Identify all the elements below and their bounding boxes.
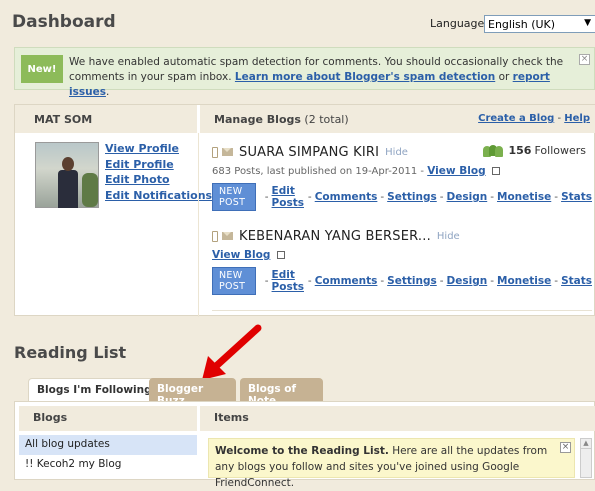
design-link[interactable]: Design — [447, 275, 488, 287]
link-separator: - — [557, 113, 562, 124]
column-divider — [198, 133, 199, 317]
reading-list-panel: Blogs Items All blog updates !! Kecoh2 m… — [14, 401, 595, 489]
comments-link[interactable]: Comments — [315, 275, 378, 287]
language-value: English (UK) — [488, 18, 556, 31]
help-link[interactable]: Help — [564, 113, 590, 124]
manage-blogs-title: Manage Blogs — [214, 113, 301, 126]
view-blog-link[interactable]: View Blog — [212, 249, 270, 261]
blog-name[interactable]: SUARA SIMPANG KIRI — [239, 145, 379, 160]
welcome-message: Welcome to the Reading List. Here are al… — [208, 438, 575, 489]
page-title: Dashboard — [12, 12, 116, 32]
new-post-button[interactable]: NEW POST — [212, 183, 256, 211]
scroll-up-icon[interactable]: ▲ — [581, 439, 591, 449]
tab-blogs-following[interactable]: Blogs I'm Following — [28, 378, 161, 403]
list-item[interactable]: !! Kecoh2 my Blog — [19, 455, 197, 475]
edit-profile-link[interactable]: Edit Profile — [105, 157, 212, 173]
profile-links: View Profile Edit Profile Edit Photo Edi… — [105, 141, 212, 203]
red-annotation-arrow-icon — [202, 324, 262, 380]
dropdown-arrow-icon: ▼ — [584, 18, 591, 28]
manage-blogs-count: (2 total) — [304, 113, 349, 126]
view-profile-link[interactable]: View Profile — [105, 141, 212, 157]
blog-divider — [212, 310, 592, 311]
blog-list: All blog updates !! Kecoh2 my Blog — [19, 435, 197, 475]
language-select[interactable]: English (UK) ▼ — [484, 15, 595, 33]
mobile-icon — [212, 146, 218, 158]
learn-more-link[interactable]: Learn more about Blogger's spam detectio… — [235, 71, 495, 83]
close-icon[interactable]: × — [560, 442, 571, 453]
followers-count[interactable]: 156 Followers — [482, 144, 586, 157]
profile-photo[interactable] — [35, 142, 99, 208]
language-label: Language: — [430, 17, 488, 30]
profile-name: MAT SOM — [15, 105, 197, 133]
blog-entry: KEBENARAN YANG BERSER... Hide View Blog … — [212, 228, 592, 295]
stats-link[interactable]: Stats — [561, 275, 592, 287]
items-column-header: Items — [200, 406, 595, 431]
blog-meta: 683 Posts, last published on 19-Apr-2011… — [212, 166, 425, 177]
list-item[interactable]: All blog updates — [19, 435, 197, 455]
comments-link[interactable]: Comments — [315, 191, 378, 203]
photo-plant — [82, 173, 98, 207]
monetise-link[interactable]: Monetise — [497, 275, 551, 287]
blogs-column-header: Blogs — [19, 406, 197, 431]
followers-label: Followers — [534, 144, 586, 157]
blog-name[interactable]: KEBENARAN YANG BERSER... — [239, 229, 431, 244]
edit-posts-link[interactable]: Edit Posts — [272, 185, 305, 209]
spam-notice: New! We have enabled automatic spam dete… — [14, 47, 595, 98]
mobile-icon — [212, 230, 218, 242]
edit-posts-link[interactable]: Edit Posts — [272, 269, 305, 293]
hide-link[interactable]: Hide — [437, 231, 460, 242]
stats-link[interactable]: Stats — [561, 191, 592, 203]
photo-person — [58, 157, 78, 208]
new-post-button[interactable]: NEW POST — [212, 267, 256, 295]
create-blog-link[interactable]: Create a Blog — [478, 113, 554, 124]
tab-blogs-of-note[interactable]: Blogs of Note — [240, 378, 323, 407]
settings-link[interactable]: Settings — [387, 275, 437, 287]
tab-blogger-buzz[interactable]: Blogger Buzz — [149, 378, 236, 407]
followers-number: 156 — [508, 144, 532, 157]
scrollbar[interactable]: ▲ — [580, 438, 592, 478]
notice-or: or — [498, 71, 510, 83]
email-icon — [222, 232, 233, 240]
view-blog-link[interactable]: View Blog — [427, 165, 485, 177]
external-link-icon — [491, 167, 500, 175]
settings-link[interactable]: Settings — [387, 191, 437, 203]
monetise-link[interactable]: Monetise — [497, 191, 551, 203]
external-link-icon — [276, 251, 285, 259]
welcome-title: Welcome to the Reading List. — [215, 445, 389, 457]
design-link[interactable]: Design — [447, 191, 488, 203]
notice-period: . — [105, 86, 110, 98]
edit-notifications-link[interactable]: Edit Notifications — [105, 188, 212, 204]
close-icon[interactable]: × — [579, 54, 590, 65]
reading-list-title: Reading List — [14, 343, 127, 362]
notice-text: We have enabled automatic spam detection… — [69, 55, 574, 100]
email-icon — [222, 148, 233, 156]
create-links: Create a Blog - Help — [478, 113, 590, 124]
dashboard-panel: MAT SOM Manage Blogs (2 total) Create a … — [14, 104, 595, 317]
followers-icon — [482, 144, 505, 157]
hide-link[interactable]: Hide — [385, 147, 408, 158]
edit-photo-link[interactable]: Edit Photo — [105, 172, 212, 188]
new-badge: New! — [21, 55, 63, 83]
manage-blogs-header: Manage Blogs (2 total) Create a Blog - H… — [200, 105, 595, 133]
